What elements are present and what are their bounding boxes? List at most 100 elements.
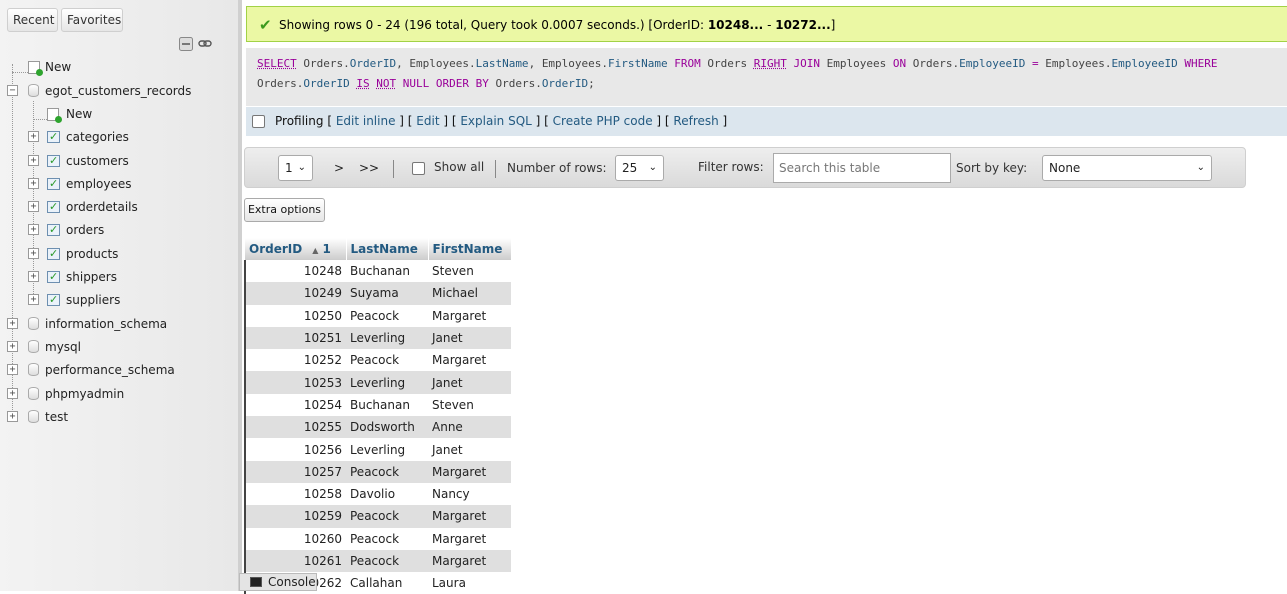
nav-new-database[interactable]: New xyxy=(0,57,230,77)
expand-icon[interactable]: + xyxy=(28,271,39,282)
cell-orderid[interactable]: 10256 xyxy=(244,438,346,461)
expand-icon[interactable]: + xyxy=(7,388,18,399)
sql-keyword[interactable]: NOT xyxy=(376,77,396,90)
cell-lastname[interactable]: Leverling xyxy=(346,371,428,394)
expand-icon[interactable]: + xyxy=(7,318,18,329)
edit-link[interactable]: Edit xyxy=(416,114,439,128)
cell-firstname[interactable]: Anne xyxy=(428,416,511,439)
rows-select[interactable]: 25 ⌄ xyxy=(615,155,664,181)
cell-lastname[interactable]: Leverling xyxy=(346,326,428,350)
expand-icon[interactable]: + xyxy=(28,224,39,235)
expand-icon[interactable]: + xyxy=(28,131,39,142)
cell-orderid[interactable]: 10250 xyxy=(244,304,346,327)
edit-inline-link[interactable]: Edit inline xyxy=(336,114,396,128)
nav-db-performance-schema[interactable]: + performance_schema xyxy=(0,360,230,380)
cell-orderid[interactable]: 10259 xyxy=(244,505,346,528)
column-header-lastname[interactable]: LastName xyxy=(346,238,429,260)
panel-resizer[interactable] xyxy=(238,0,242,591)
cell-orderid[interactable]: 10251 xyxy=(244,326,346,350)
column-header-firstname[interactable]: FirstName xyxy=(428,238,512,260)
link-icon[interactable] xyxy=(198,37,212,51)
cell-firstname[interactable]: Steven xyxy=(428,260,511,283)
cell-lastname[interactable]: Buchanan xyxy=(346,393,428,417)
sql-keyword[interactable]: RIGHT xyxy=(754,57,787,70)
collapse-icon[interactable]: − xyxy=(7,85,18,96)
cell-firstname[interactable]: Margaret xyxy=(428,505,511,528)
nav-table-suppliers[interactable]: + suppliers xyxy=(0,290,230,310)
nav-table-products[interactable]: + products xyxy=(0,244,230,264)
sql-keyword[interactable]: SELECT xyxy=(257,57,297,70)
cell-firstname[interactable]: Margaret xyxy=(428,527,511,550)
nav-table-employees[interactable]: + employees xyxy=(0,174,230,194)
cell-firstname[interactable]: Margaret xyxy=(428,549,511,573)
cell-orderid[interactable]: 10248 xyxy=(244,260,346,283)
refresh-link[interactable]: Refresh xyxy=(673,114,718,128)
nav-table-shippers[interactable]: + shippers xyxy=(0,267,230,287)
cell-firstname[interactable]: Margaret xyxy=(428,304,511,327)
cell-orderid[interactable]: 10257 xyxy=(244,460,346,483)
show-all-label[interactable]: Show all xyxy=(434,148,484,187)
favorites-tab[interactable]: Favorites xyxy=(61,8,123,32)
nav-table-orderdetails[interactable]: + orderdetails xyxy=(0,197,230,217)
expand-icon[interactable]: + xyxy=(28,294,39,305)
cell-firstname[interactable]: Michael xyxy=(428,282,511,305)
nav-db-information-schema[interactable]: + information_schema xyxy=(0,314,230,334)
next-page-button[interactable]: > xyxy=(334,155,344,181)
cell-lastname[interactable]: Peacock xyxy=(346,460,428,483)
cell-orderid[interactable]: 10258 xyxy=(244,482,346,506)
nav-table-customers[interactable]: + customers xyxy=(0,151,230,171)
cell-orderid[interactable]: 10252 xyxy=(244,349,346,372)
nav-table-categories[interactable]: + categories xyxy=(0,127,230,147)
cell-lastname[interactable]: Peacock xyxy=(346,549,428,573)
cell-lastname[interactable]: Leverling xyxy=(346,438,428,461)
nav-db-test[interactable]: + test xyxy=(0,407,230,427)
cell-orderid[interactable]: 10260 xyxy=(244,527,346,550)
expand-icon[interactable]: + xyxy=(28,201,39,212)
cell-lastname[interactable]: Buchanan xyxy=(346,260,428,283)
cell-firstname[interactable]: Steven xyxy=(428,393,511,417)
show-all-checkbox[interactable] xyxy=(412,162,425,175)
cell-lastname[interactable]: Dodsworth xyxy=(346,416,428,439)
expand-icon[interactable]: + xyxy=(7,411,18,422)
recent-tab[interactable]: Recent xyxy=(7,8,58,32)
cell-firstname[interactable]: Janet xyxy=(428,371,511,394)
cell-lastname[interactable]: Peacock xyxy=(346,304,428,327)
nav-new-table[interactable]: New xyxy=(0,104,230,124)
sort-key-select[interactable]: None ⌄ xyxy=(1042,155,1212,181)
cell-lastname[interactable]: Suyama xyxy=(346,282,428,305)
expand-icon[interactable]: + xyxy=(28,155,39,166)
cell-orderid[interactable]: 10261 xyxy=(244,549,346,573)
expand-icon[interactable]: + xyxy=(7,341,18,352)
cell-firstname[interactable]: Janet xyxy=(428,326,511,350)
console-button[interactable]: Console xyxy=(239,573,317,591)
cell-lastname[interactable]: Peacock xyxy=(346,505,428,528)
filter-rows-input[interactable] xyxy=(773,153,951,183)
last-page-button[interactable]: >> xyxy=(359,155,379,181)
cell-orderid[interactable]: 10249 xyxy=(244,282,346,305)
nav-db-phpmyadmin[interactable]: + phpmyadmin xyxy=(0,384,230,404)
nav-db-mysql[interactable]: + mysql xyxy=(0,337,230,357)
column-header-orderid[interactable]: OrderID ▲ 1 xyxy=(245,238,347,260)
cell-orderid[interactable]: 10255 xyxy=(244,416,346,439)
collapse-all-icon[interactable] xyxy=(179,37,193,51)
page-select[interactable]: 1 ⌄ xyxy=(278,155,313,181)
cell-firstname[interactable]: Margaret xyxy=(428,349,511,372)
profiling-label[interactable]: Profiling xyxy=(275,114,324,128)
cell-firstname[interactable]: Margaret xyxy=(428,460,511,483)
cell-lastname[interactable]: Peacock xyxy=(346,527,428,550)
expand-icon[interactable]: + xyxy=(7,364,18,375)
nav-db-egot[interactable]: − egot_customers_records xyxy=(0,81,230,101)
profiling-checkbox[interactable] xyxy=(252,115,265,128)
create-php-code-link[interactable]: Create PHP code xyxy=(553,114,653,128)
expand-icon[interactable]: + xyxy=(28,178,39,189)
nav-table-orders[interactable]: + orders xyxy=(0,220,230,240)
cell-firstname[interactable]: Janet xyxy=(428,438,511,461)
cell-lastname[interactable]: Davolio xyxy=(346,482,428,506)
cell-orderid[interactable]: 10254 xyxy=(244,393,346,417)
sql-keyword[interactable]: IS xyxy=(356,77,369,90)
cell-orderid[interactable]: 10253 xyxy=(244,371,346,394)
cell-firstname[interactable]: Nancy xyxy=(428,482,511,506)
expand-icon[interactable]: + xyxy=(28,248,39,259)
explain-sql-link[interactable]: Explain SQL xyxy=(460,114,532,128)
cell-lastname[interactable]: Peacock xyxy=(346,349,428,372)
